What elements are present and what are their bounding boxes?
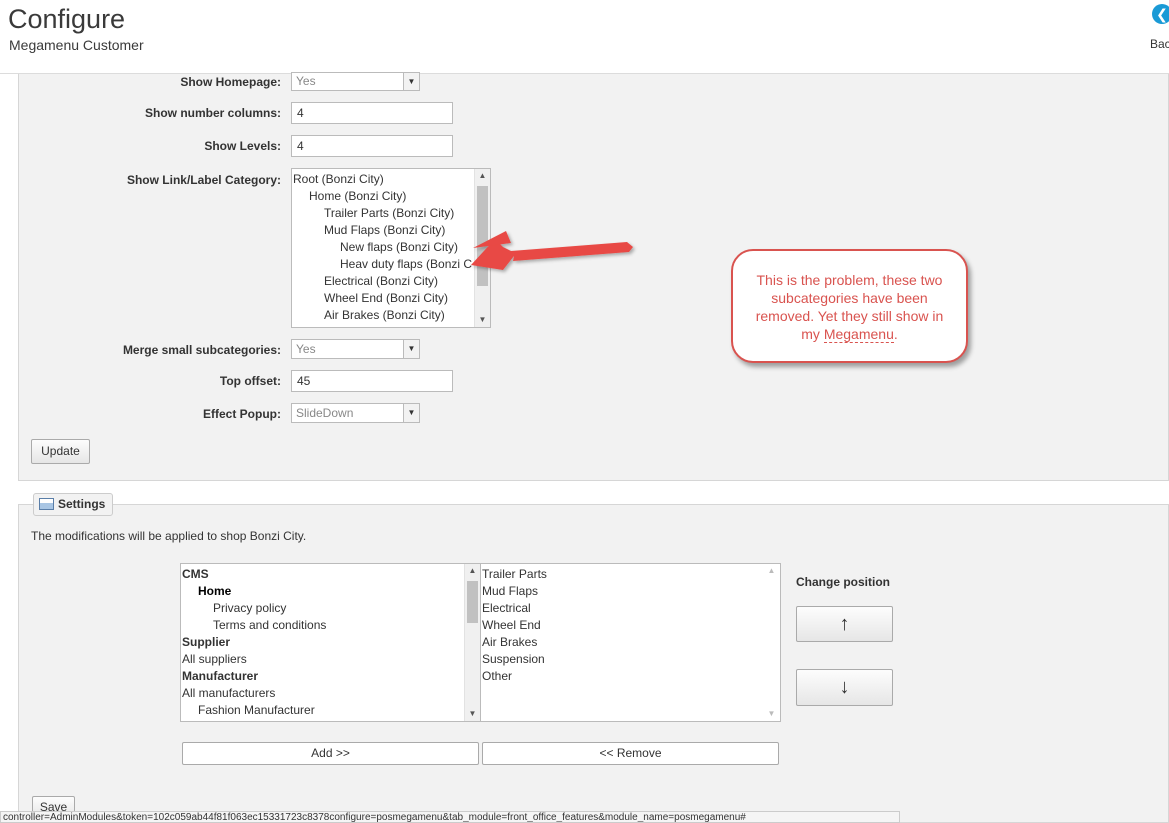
add-button[interactable]: Add >> xyxy=(182,742,479,765)
list-item[interactable]: New flaps (Bonzi City) xyxy=(340,240,458,254)
merge-small-subcategories-select[interactable]: Yes ▼ xyxy=(291,339,420,359)
top-offset-input[interactable]: 45 xyxy=(291,370,453,392)
settings-legend: Settings xyxy=(33,493,114,516)
list-item[interactable]: Electrical (Bonzi City) xyxy=(324,274,438,288)
list-item[interactable]: Mud Flaps (Bonzi City) xyxy=(324,223,445,237)
arrow-up-icon: ↑ xyxy=(839,613,850,635)
list-item[interactable]: Trailer Parts (Bonzi City) xyxy=(324,206,454,220)
chevron-down-icon: ▼ xyxy=(403,404,419,422)
page-title: Configure xyxy=(8,4,126,34)
scroll-down-icon[interactable]: ▼ xyxy=(465,707,480,721)
list-item[interactable]: Root (Bonzi City) xyxy=(293,172,384,186)
list-item[interactable]: Air Brakes (Bonzi City) xyxy=(324,308,445,322)
update-button[interactable]: Update xyxy=(31,439,90,464)
scrollbar[interactable]: ▲ ▼ xyxy=(764,564,780,721)
top-offset-label: Top offset: xyxy=(219,374,281,388)
callout-underlined-word: Megamenu xyxy=(823,326,894,343)
scroll-thumb[interactable] xyxy=(467,581,478,623)
list-item[interactable]: CMS xyxy=(182,567,209,581)
settings-legend-label: Settings xyxy=(58,497,106,511)
change-position-label: Change position xyxy=(796,575,890,589)
arrow-down-icon: ↓ xyxy=(839,676,850,698)
chevron-down-icon: ▼ xyxy=(403,73,419,90)
list-item[interactable]: Heav duty flaps (Bonzi C xyxy=(340,257,472,271)
list-item[interactable]: Supplier xyxy=(182,635,230,649)
page-header: Configure Megamenu Customer ❮ Bac xyxy=(0,0,1169,74)
show-levels-input[interactable]: 4 xyxy=(291,135,453,157)
show-homepage-select[interactable]: Yes ▼ xyxy=(291,72,420,91)
scroll-down-icon[interactable]: ▼ xyxy=(475,313,490,327)
show-link-label-category-label: Show Link/Label Category: xyxy=(126,173,281,187)
list-item[interactable]: Home (Bonzi City) xyxy=(309,189,406,203)
scrollbar[interactable]: ▲ ▼ xyxy=(464,564,480,721)
chevron-down-icon: ▼ xyxy=(403,340,419,358)
list-item[interactable]: Mud Flaps xyxy=(482,584,538,598)
scroll-up-icon[interactable]: ▲ xyxy=(764,564,779,578)
list-item[interactable]: Other xyxy=(482,669,512,683)
effect-popup-select[interactable]: SlideDown ▼ xyxy=(291,403,420,423)
list-item[interactable]: All suppliers xyxy=(182,652,247,666)
list-item[interactable]: Trailer Parts xyxy=(482,567,547,581)
list-item[interactable]: Air Brakes xyxy=(482,635,537,649)
back-button[interactable]: ❮ Bac xyxy=(1148,4,1169,52)
list-item[interactable]: All manufacturers xyxy=(182,686,275,700)
list-item[interactable]: Home xyxy=(198,584,231,598)
arrow-left-circle-icon: ❮ xyxy=(1152,4,1169,24)
scroll-up-icon[interactable]: ▲ xyxy=(465,564,480,578)
page-subtitle: Megamenu Customer xyxy=(9,37,144,53)
move-down-button[interactable]: ↓ xyxy=(796,669,893,706)
list-item[interactable]: Terms and conditions xyxy=(213,618,326,632)
list-item[interactable]: Electrical xyxy=(482,601,531,615)
move-up-button[interactable]: ↑ xyxy=(796,606,893,642)
list-item[interactable]: Wheel End xyxy=(482,618,541,632)
callout-text-end: . xyxy=(893,326,898,342)
merge-small-subcategories-value: Yes xyxy=(296,342,316,356)
show-homepage-value: Yes xyxy=(296,74,316,88)
remove-button[interactable]: << Remove xyxy=(482,742,779,765)
settings-window-icon xyxy=(39,498,54,510)
list-item[interactable]: Suspension xyxy=(482,652,545,666)
effect-popup-value: SlideDown xyxy=(296,406,354,420)
status-bar: controller=AdminModules&token=102c059ab4… xyxy=(0,811,900,823)
show-number-columns-input[interactable]: 4 xyxy=(291,102,453,124)
available-items-listbox[interactable]: CMS Home Privacy policy Terms and condit… xyxy=(180,563,481,722)
list-item[interactable]: Wheel End (Bonzi City) xyxy=(324,291,448,305)
show-homepage-label: Show Homepage: xyxy=(180,75,281,89)
show-levels-label: Show Levels: xyxy=(204,139,281,153)
scroll-down-icon[interactable]: ▼ xyxy=(764,707,779,721)
back-label: Bac xyxy=(1150,37,1169,51)
list-item[interactable]: Manufacturer xyxy=(182,669,258,683)
list-item[interactable]: Privacy policy xyxy=(213,601,286,615)
list-item[interactable]: Fashion Manufacturer xyxy=(198,703,315,717)
merge-small-subcategories-label: Merge small subcategories: xyxy=(122,343,281,357)
shop-note: The modifications will be applied to sho… xyxy=(31,529,307,543)
annotation-arrow-icon xyxy=(471,231,633,270)
selected-items-listbox[interactable]: Trailer Parts Mud Flaps Electrical Wheel… xyxy=(480,563,781,722)
effect-popup-label: Effect Popup: xyxy=(203,407,281,421)
show-number-columns-label: Show number columns: xyxy=(144,106,281,120)
scroll-up-icon[interactable]: ▲ xyxy=(475,169,490,183)
annotation-callout: This is the problem, these two subcatego… xyxy=(731,249,968,363)
